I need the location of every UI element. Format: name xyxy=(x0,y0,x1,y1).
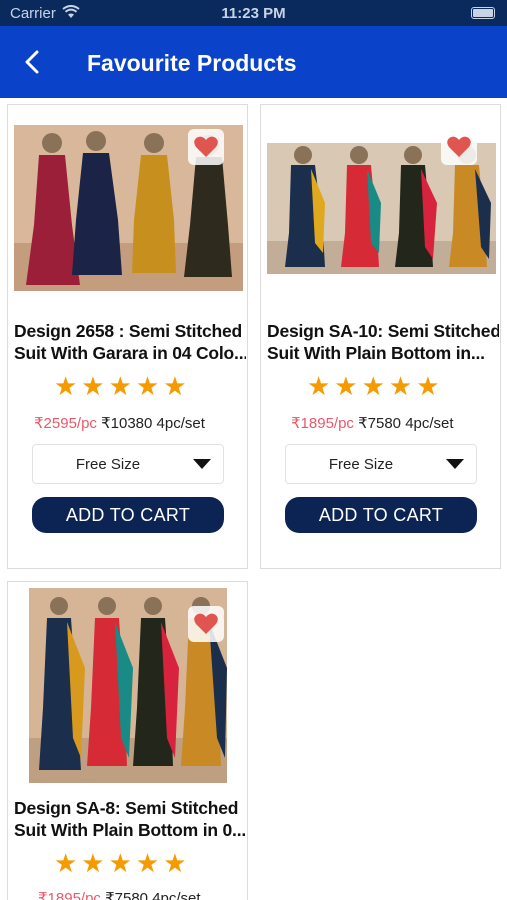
size-value: Free Size xyxy=(328,456,394,473)
add-to-cart-button[interactable]: ADD TO CART xyxy=(285,497,477,533)
sale-price: ₹1895/pc xyxy=(291,415,354,432)
sale-price: ₹1895/pc xyxy=(38,890,101,900)
size-dropdown[interactable]: Free Size xyxy=(285,444,477,484)
heart-icon xyxy=(194,136,218,157)
rating-stars: ★★★★★ xyxy=(54,848,191,878)
page-title: Favourite Products xyxy=(87,50,297,76)
rating-stars: ★★★★★ xyxy=(307,371,444,401)
nav-bar: Favourite Products xyxy=(0,26,507,98)
rating-stars: ★★★★★ xyxy=(54,371,191,401)
set-price: ₹10380 4pc/set xyxy=(101,415,205,432)
product-card[interactable]: Design 2658 : Semi Stitched Suit With Ga… xyxy=(7,104,248,569)
price-row: ₹1895/pc ₹7580 4pc/set xyxy=(38,889,201,900)
product-name[interactable]: Design 2658 : Semi Stitched Suit With Ga… xyxy=(14,320,246,364)
product-card[interactable]: Design SA-10: Semi Stitched Suit With Pl… xyxy=(260,104,501,569)
clock: 11:23 PM xyxy=(221,5,286,22)
favourite-toggle[interactable] xyxy=(188,606,224,642)
product-name[interactable]: Design SA-10: Semi Stitched Suit With Pl… xyxy=(267,320,499,364)
product-card[interactable]: Design SA-8: Semi Stitched Suit With Pla… xyxy=(7,581,248,900)
product-name[interactable]: Design SA-8: Semi Stitched Suit With Pla… xyxy=(14,797,246,841)
battery-icon xyxy=(471,7,495,19)
favourite-toggle[interactable] xyxy=(188,129,224,165)
set-price: ₹7580 4pc/set xyxy=(358,415,454,432)
size-value: Free Size xyxy=(75,456,141,473)
sale-price: ₹2595/pc xyxy=(34,415,97,432)
favourite-toggle[interactable] xyxy=(441,129,477,165)
add-to-cart-button[interactable]: ADD TO CART xyxy=(32,497,224,533)
set-price: ₹7580 4pc/set xyxy=(105,890,201,900)
size-dropdown[interactable]: Free Size xyxy=(32,444,224,484)
heart-icon xyxy=(194,613,218,634)
back-arrow-icon[interactable] xyxy=(18,46,48,78)
caret-down-icon xyxy=(446,459,464,469)
price-row: ₹2595/pc ₹10380 4pc/set xyxy=(34,414,205,432)
price-row: ₹1895/pc ₹7580 4pc/set xyxy=(291,414,454,432)
heart-icon xyxy=(447,136,471,157)
caret-down-icon xyxy=(193,459,211,469)
status-bar: Carrier 11:23 PM xyxy=(0,0,507,26)
